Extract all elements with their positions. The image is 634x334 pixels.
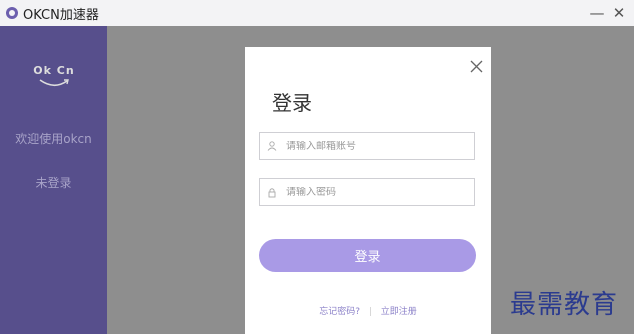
register-link[interactable]: 立即注册: [381, 307, 417, 317]
welcome-text: 欢迎使用okcn: [15, 132, 92, 146]
brand-logo-text: Ok Cn: [33, 64, 75, 77]
lock-icon: [266, 186, 278, 198]
dialog-close-button[interactable]: [467, 57, 485, 75]
minimize-button[interactable]: —: [586, 0, 608, 26]
login-button[interactable]: 登录: [259, 239, 476, 272]
sidebar: Ok Cn 欢迎使用okcn 未登录: [0, 26, 107, 334]
password-field[interactable]: [259, 178, 475, 206]
email-input[interactable]: [286, 140, 466, 152]
login-dialog: 登录 登录 忘记密码? | 立即注册: [245, 47, 491, 334]
user-icon: [266, 140, 278, 152]
window-title: OKCN加速器: [23, 7, 99, 23]
login-status-link[interactable]: 未登录: [0, 174, 107, 191]
password-input[interactable]: [286, 186, 466, 198]
smile-arrow-icon: [39, 79, 69, 87]
brand-logo: Ok Cn: [30, 64, 78, 98]
app-logo-icon: [6, 7, 18, 19]
forgot-password-link[interactable]: 忘记密码?: [319, 307, 360, 317]
title-bar: OKCN加速器 — ✕: [0, 0, 634, 26]
close-icon: [470, 60, 482, 72]
footer-links: 忘记密码? | 立即注册: [245, 304, 491, 317]
dialog-title: 登录: [272, 91, 312, 115]
window-close-button[interactable]: ✕: [608, 0, 630, 26]
watermark-text: 最需教育: [510, 290, 619, 320]
email-field[interactable]: [259, 132, 475, 160]
link-separator: |: [368, 307, 372, 317]
